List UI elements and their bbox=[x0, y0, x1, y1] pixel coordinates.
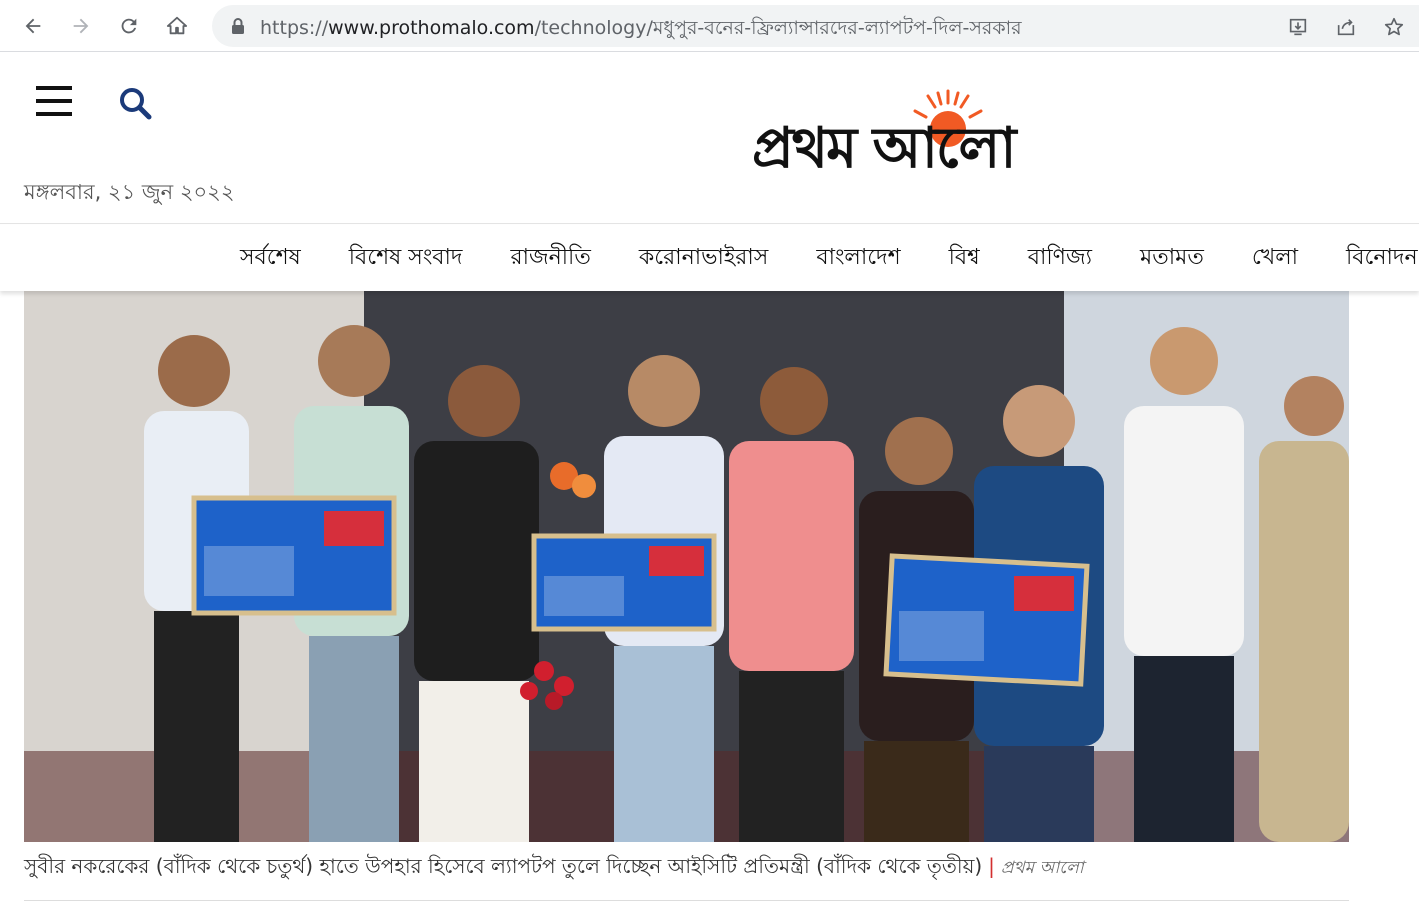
nav-item-world[interactable]: বিশ্ব bbox=[949, 240, 980, 277]
url-path: /technology/মধুপুর-বনের-ফ্রিল্যান্সারদের… bbox=[534, 17, 1022, 39]
back-button[interactable] bbox=[17, 10, 49, 42]
url-host: www.prothomalo.com bbox=[328, 17, 535, 39]
logo-wordmark: প্রথম আলো bbox=[752, 115, 1016, 181]
site-header: মঙ্গলবার, ২১ জুন ২০২২ প্রথম আলো bbox=[0, 53, 1419, 224]
arrow-left-icon bbox=[25, 18, 41, 34]
laptop-box-2 bbox=[531, 533, 717, 632]
nav-item-special-report[interactable]: বিশেষ সংবাদ bbox=[349, 240, 463, 277]
hamburger-icon bbox=[36, 86, 72, 90]
home-button[interactable] bbox=[161, 10, 193, 42]
bookmark-button[interactable] bbox=[1381, 14, 1407, 40]
nav-item-bangladesh[interactable]: বাংলাদেশ bbox=[816, 240, 900, 277]
forward-button[interactable] bbox=[65, 10, 97, 42]
menu-button[interactable] bbox=[36, 86, 72, 116]
laptop-box-3 bbox=[883, 553, 1090, 687]
nav-item-business[interactable]: বাণিজ্য bbox=[1028, 240, 1092, 277]
arrow-right-icon bbox=[73, 18, 89, 34]
search-icon bbox=[120, 88, 152, 120]
home-icon bbox=[166, 16, 188, 35]
nav-item-opinion[interactable]: মতামত bbox=[1140, 240, 1204, 277]
section-nav: সর্বশেষ বিশেষ সংবাদ রাজনীতি করোনাভাইরাস … bbox=[0, 225, 1419, 291]
share-button[interactable] bbox=[1333, 14, 1359, 40]
url-text: https://www.prothomalo.com/technology/মধ… bbox=[260, 14, 1022, 46]
browser-toolbar: https://www.prothomalo.com/technology/মধ… bbox=[0, 0, 1419, 52]
share-icon bbox=[1337, 19, 1355, 36]
article-photo bbox=[24, 291, 1349, 842]
site-logo[interactable]: প্রথম আলো bbox=[748, 83, 1148, 181]
nav-item-politics[interactable]: রাজনীতি bbox=[510, 240, 590, 277]
divider bbox=[24, 900, 1349, 901]
reload-icon bbox=[121, 18, 137, 34]
nav-item-entertainment[interactable]: বিনোদন bbox=[1346, 240, 1418, 277]
install-icon bbox=[1289, 18, 1307, 36]
nav-item-coronavirus[interactable]: করোনাভাইরাস bbox=[639, 240, 768, 277]
photo-illustration bbox=[24, 291, 1349, 842]
star-icon bbox=[1384, 17, 1404, 36]
install-app-button[interactable] bbox=[1285, 14, 1311, 40]
reload-button[interactable] bbox=[113, 10, 145, 42]
caption-text: সুবীর নকরেকের (বাঁদিক থেকে চতুর্থ) হাতে … bbox=[24, 854, 983, 878]
url-prefix: https:// bbox=[260, 17, 329, 39]
caption-separator: | bbox=[988, 854, 995, 878]
photo-credit: প্রথম আলো bbox=[1000, 858, 1084, 878]
person-9 bbox=[1259, 376, 1349, 842]
address-bar[interactable]: https://www.prothomalo.com/technology/মধ… bbox=[212, 5, 1419, 47]
search-button[interactable] bbox=[117, 85, 153, 121]
lock-icon bbox=[232, 18, 244, 34]
nav-item-latest[interactable]: সর্বশেষ bbox=[240, 240, 301, 277]
current-date: মঙ্গলবার, ২১ জুন ২০২২ bbox=[24, 180, 235, 204]
laptop-box-1 bbox=[191, 495, 397, 616]
nav-item-sports[interactable]: খেলা bbox=[1252, 240, 1298, 277]
photo-caption: সুবীর নকরেকের (বাঁদিক থেকে চতুর্থ) হাতে … bbox=[24, 852, 1349, 885]
